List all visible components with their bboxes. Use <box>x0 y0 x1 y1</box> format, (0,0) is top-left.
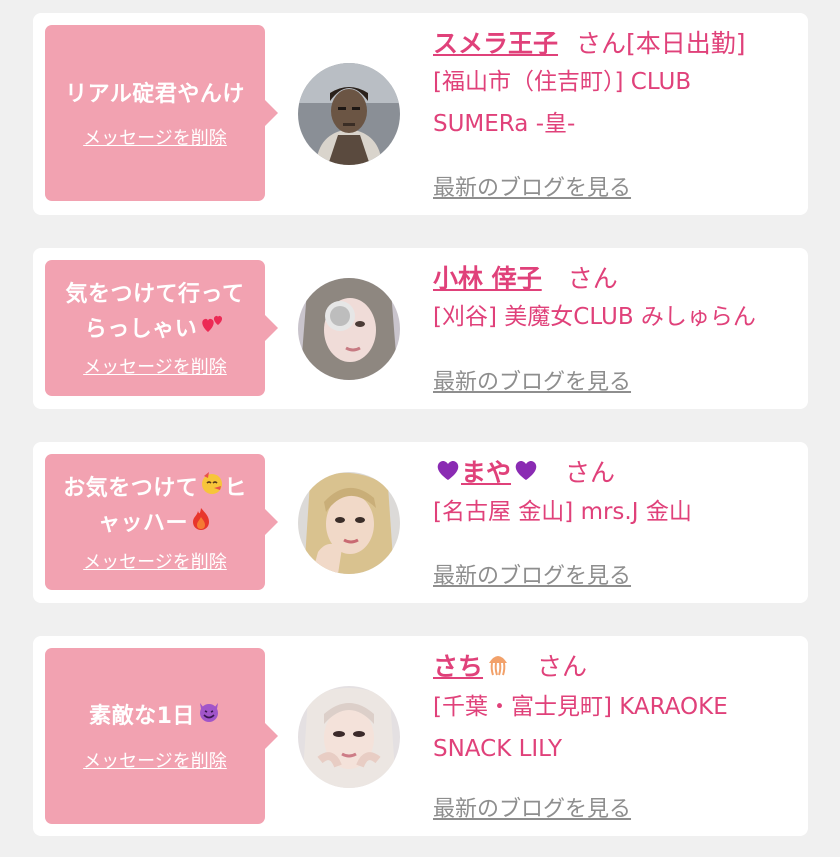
message-text: 気をつけて行って らっしゃい <box>66 277 245 348</box>
purple-heart-icon <box>513 457 539 491</box>
favorite-card: 素敵な1日 メッセージを削除 さち さん [千葉・富士見町] KARAOKE S… <box>33 636 808 836</box>
honorific: さん[本日出勤] <box>576 29 746 58</box>
latest-blog-link[interactable]: 最新のブログを見る <box>433 791 631 823</box>
favorite-card: 気をつけて行って らっしゃい メッセージを削除 小林 倖子 さん [刈谷] 美魔… <box>33 248 808 409</box>
cast-name-link[interactable]: 小林 倖子 <box>433 264 542 293</box>
avatar[interactable] <box>298 278 400 380</box>
message-text: 素敵な1日 <box>89 699 221 735</box>
message-bubble: リアル碇君やんけ メッセージを削除 <box>45 25 278 201</box>
avatar[interactable] <box>298 63 400 165</box>
cast-name-link[interactable]: さち <box>433 652 511 681</box>
smiling-devil-icon <box>197 700 221 735</box>
message-text: リアル碇君やんけ <box>65 81 245 107</box>
cast-info: さち さん [千葉・富士見町] KARAOKE SNACK LILY <box>433 650 798 770</box>
name-row: スメラ王子 さん[本日出勤] <box>433 27 798 61</box>
cast-info: まや さん [名古屋 金山] mrs.J 金山 <box>433 456 798 533</box>
name-row: 小林 倖子 さん <box>433 262 798 296</box>
two-hearts-icon <box>199 312 225 347</box>
shop-line: SNACK LILY <box>433 735 562 762</box>
avatar[interactable] <box>298 686 400 788</box>
fire-icon <box>190 507 212 542</box>
cast-name-link[interactable]: まや <box>433 458 539 487</box>
name-row: まや さん <box>433 456 798 491</box>
shop-line: [福山市（住吉町）] CLUB <box>433 69 692 95</box>
message-bubble: 気をつけて行って らっしゃい メッセージを削除 <box>45 260 278 396</box>
shop-line: [千葉・富士見町] KARAOKE <box>433 693 728 720</box>
delete-message-link[interactable]: メッセージを削除 <box>83 747 227 773</box>
delete-message-link[interactable]: メッセージを削除 <box>83 353 227 379</box>
delete-message-link[interactable]: メッセージを削除 <box>83 548 227 574</box>
favorite-list: リアル碇君やんけ メッセージを削除 スメラ王子 さん[本日出勤] [福山市（住吉町… <box>0 0 840 857</box>
cast-name-link[interactable]: スメラ王子 <box>433 29 558 58</box>
name-row: さち さん <box>433 650 798 686</box>
delete-message-link[interactable]: メッセージを削除 <box>83 124 227 150</box>
favorite-card: リアル碇君やんけ メッセージを削除 スメラ王子 さん[本日出勤] [福山市（住吉町… <box>33 13 808 215</box>
message-bubble: 素敵な1日 メッセージを削除 <box>45 648 278 824</box>
jellyfish-icon <box>485 651 511 686</box>
honorific: さん <box>537 652 588 681</box>
cast-info: スメラ王子 さん[本日出勤] [福山市（住吉町）] CLUB SUMERa -皇- <box>433 27 798 145</box>
honorific: さん <box>565 458 616 487</box>
favorite-card: お気をつけて ヒ ャッハー メッセージを削除 まや さん [名古屋 金山] mr… <box>33 442 808 603</box>
party-face-icon <box>200 471 224 506</box>
latest-blog-link[interactable]: 最新のブログを見る <box>433 170 631 202</box>
latest-blog-link[interactable]: 最新のブログを見る <box>433 558 631 590</box>
shop-line: SUMERa -皇- <box>433 111 576 137</box>
purple-heart-icon <box>435 457 461 491</box>
shop-line: [刈谷] 美魔女CLUB みしゅらん <box>433 304 756 330</box>
cast-info: 小林 倖子 さん [刈谷] 美魔女CLUB みしゅらん <box>433 262 798 338</box>
honorific: さん <box>567 264 618 293</box>
message-bubble: お気をつけて ヒ ャッハー メッセージを削除 <box>45 454 278 590</box>
message-text: お気をつけて ヒ ャッハー <box>63 471 247 542</box>
shop-line: [名古屋 金山] mrs.J 金山 <box>433 499 692 525</box>
avatar[interactable] <box>298 472 400 574</box>
latest-blog-link[interactable]: 最新のブログを見る <box>433 364 631 396</box>
